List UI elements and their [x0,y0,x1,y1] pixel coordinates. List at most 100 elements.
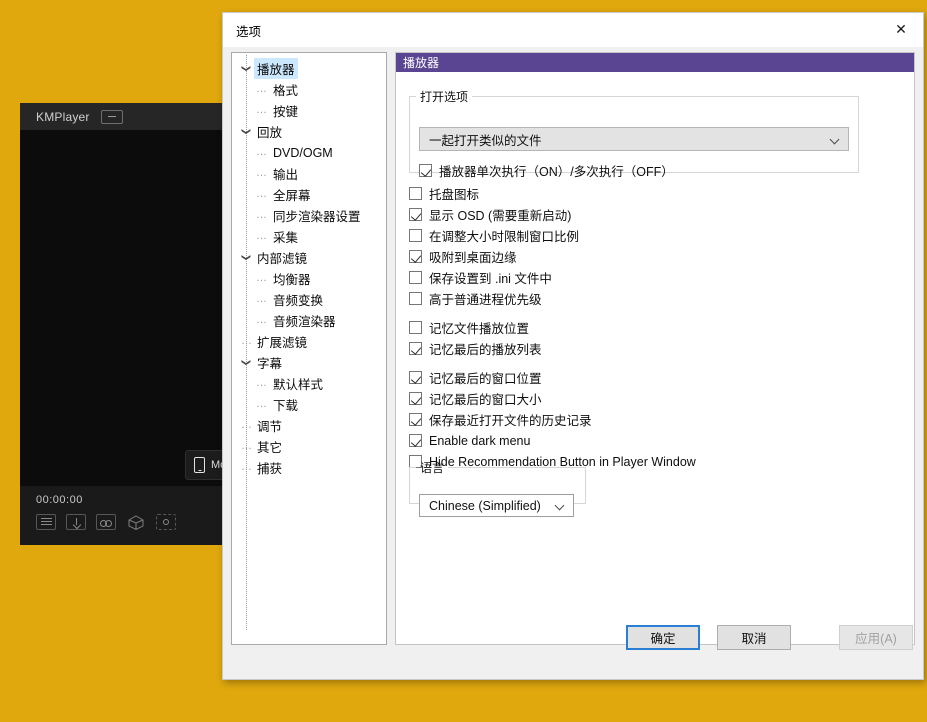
checkbox-row-4[interactable]: 保存设置到 .ini 文件中 [409,267,904,288]
single-instance-checkbox-row[interactable]: 播放器单次执行（ON）/多次执行（OFF） [419,161,674,180]
tree-branch-line: … [256,168,270,179]
tree-item-label: 同步渲染器设置 [270,205,364,226]
checkbox-7[interactable] [409,342,422,355]
minimize-icon[interactable] [101,110,123,124]
checkbox-0[interactable] [409,187,422,200]
download-icon[interactable] [66,514,86,530]
tree-item-4[interactable]: …DVD/OGM [232,142,386,163]
tree-item-0[interactable]: ❯播放器 [232,58,386,79]
checkbox-label-8: 记忆最后的窗口位置 [429,368,542,387]
checkbox-4[interactable] [409,271,422,284]
single-instance-label: 播放器单次执行（ON）/多次执行（OFF） [439,161,674,180]
tree-item-label: 下载 [270,394,301,415]
tree-item-17[interactable]: …调节 [232,415,386,436]
tree-item-label: 捕获 [254,457,285,478]
chevron-down-icon[interactable]: ❯ [242,124,251,140]
checkbox-6[interactable] [409,321,422,334]
settings-tree[interactable]: ❯播放器…格式…按键❯回放…DVD/OGM…输出…全屏幕…同步渲染器设置…采集❯… [231,52,387,645]
tree-item-18[interactable]: …其它 [232,436,386,457]
capture-icon[interactable] [156,514,176,530]
chevron-down-icon[interactable]: ❯ [242,355,251,371]
checkbox-9[interactable] [409,392,422,405]
tree-item-14[interactable]: ❯字幕 [232,352,386,373]
chevron-down-icon[interactable]: ❯ [242,61,251,77]
tree-item-12[interactable]: …音频渲染器 [232,310,386,331]
player-video-area[interactable]: Mo [20,130,225,486]
playlist-icon[interactable] [36,514,56,530]
tree-branch-line: … [256,147,270,158]
options-checkbox-list: 托盘图标显示 OSD (需要重新启动)在调整大小时限制窗口比例吸附到桌面边缘保存… [409,183,904,472]
language-legend: 语言 [416,459,448,476]
tree-item-label: 内部滤镜 [254,247,310,268]
cancel-button[interactable]: 取消 [717,625,791,650]
dialog-footer: 确定 取消 应用(A) [223,615,923,679]
checkbox-11[interactable] [409,434,422,447]
checkbox-row-0[interactable]: 托盘图标 [409,183,904,204]
mobile-button[interactable]: Mo [185,450,226,480]
language-group: 语言 Chinese (Simplified) [409,459,586,504]
tree-item-3[interactable]: ❯回放 [232,121,386,142]
checkbox-8[interactable] [409,371,422,384]
tree-item-2[interactable]: …按键 [232,100,386,121]
tree-item-19[interactable]: …捕获 [232,457,386,478]
checkbox-label-2: 在调整大小时限制窗口比例 [429,226,579,245]
tree-branch-line: … [256,105,270,116]
tree-item-16[interactable]: …下载 [232,394,386,415]
language-select[interactable]: Chinese (Simplified) [419,494,574,517]
options-dialog: 选项 ✕ ❯播放器…格式…按键❯回放…DVD/OGM…输出…全屏幕…同步渲染器设… [222,12,924,680]
checkbox-row-6[interactable]: 记忆文件播放位置 [409,317,904,338]
vr-goggles-icon[interactable] [96,514,116,530]
open-options-select[interactable]: 一起打开类似的文件 [419,127,849,151]
checkbox-row-9[interactable]: 记忆最后的窗口大小 [409,388,904,409]
checkbox-5[interactable] [409,292,422,305]
checkbox-label-4: 保存设置到 .ini 文件中 [429,268,552,287]
checkbox-1[interactable] [409,208,422,221]
tree-item-label: 字幕 [254,352,285,373]
cube-3d-icon[interactable] [126,514,146,530]
checkbox-row-7[interactable]: 记忆最后的播放列表 [409,338,904,359]
checkbox-row-5[interactable]: 高于普通进程优先级 [409,288,904,309]
tree-item-label: 采集 [270,226,301,247]
tree-item-7[interactable]: …同步渲染器设置 [232,205,386,226]
checkbox-row-2[interactable]: 在调整大小时限制窗口比例 [409,225,904,246]
checkbox-label-6: 记忆文件播放位置 [429,318,529,337]
checkbox-2[interactable] [409,229,422,242]
tree-item-10[interactable]: …均衡器 [232,268,386,289]
settings-content-panel: 播放器 打开选项 一起打开类似的文件 播放器单次执行（ON）/多次执行（OFF）… [395,52,915,645]
checkbox-10[interactable] [409,413,422,426]
dialog-title: 选项 [223,21,261,40]
close-icon[interactable]: ✕ [879,13,923,44]
checkbox-row-8[interactable]: 记忆最后的窗口位置 [409,367,904,388]
tree-branch-line: … [256,315,270,326]
chevron-down-icon[interactable]: ❯ [242,250,251,266]
tree-item-6[interactable]: …全屏幕 [232,184,386,205]
tree-branch-line: … [238,462,254,473]
tree-item-1[interactable]: …格式 [232,79,386,100]
tree-item-11[interactable]: …音频变换 [232,289,386,310]
checkbox-row-1[interactable]: 显示 OSD (需要重新启动) [409,204,904,225]
tree-item-13[interactable]: …扩展滤镜 [232,331,386,352]
player-time: 00:00:00 [36,494,225,506]
checkbox-label-9: 记忆最后的窗口大小 [429,389,542,408]
tree-item-15[interactable]: …默认样式 [232,373,386,394]
tree-item-9[interactable]: ❯内部滤镜 [232,247,386,268]
tree-item-label: 均衡器 [270,268,314,289]
ok-button[interactable]: 确定 [626,625,700,650]
tree-branch-line: … [256,294,270,305]
content-header: 播放器 [396,53,914,72]
tree-branch-line: … [238,336,254,347]
checkbox-row-3[interactable]: 吸附到桌面边缘 [409,246,904,267]
tree-item-5[interactable]: …输出 [232,163,386,184]
tree-item-label: 扩展滤镜 [254,331,310,352]
checkbox-row-10[interactable]: 保存最近打开文件的历史记录 [409,409,904,430]
checkbox-row-11[interactable]: Enable dark menu [409,430,904,451]
tree-branch-line: … [256,189,270,200]
checkbox-label-7: 记忆最后的播放列表 [429,339,542,358]
checkbox-label-0: 托盘图标 [429,184,479,203]
tree-item-8[interactable]: …采集 [232,226,386,247]
tree-item-label: 调节 [254,415,285,436]
open-options-group: 打开选项 一起打开类似的文件 播放器单次执行（ON）/多次执行（OFF） [409,88,859,173]
single-instance-checkbox[interactable] [419,164,432,177]
checkbox-label-5: 高于普通进程优先级 [429,289,542,308]
checkbox-3[interactable] [409,250,422,263]
